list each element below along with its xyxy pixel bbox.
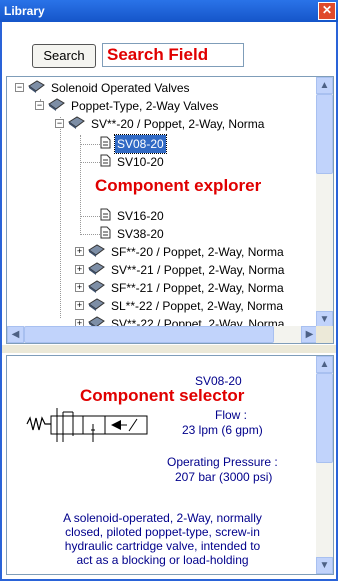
folder-icon (88, 280, 105, 298)
tree-node[interactable]: + SL**-22 / Poppet, 2-Way, Norma (75, 297, 285, 315)
collapse-icon[interactable]: − (15, 83, 24, 92)
tree-node-label: Poppet-Type, 2-Way Valves (71, 99, 219, 113)
tree-connector (80, 144, 100, 145)
tree-node[interactable]: − SV**-20 / Poppet, 2-Way, Norma (55, 115, 266, 133)
document-icon (100, 154, 111, 172)
valve-symbol-icon (25, 406, 160, 449)
folder-icon (68, 116, 85, 134)
tree-connector (80, 216, 100, 217)
tree-connector (60, 117, 61, 318)
pressure-label: Operating Pressure : (167, 455, 278, 469)
tree-leaf[interactable]: SV10-20 (100, 153, 166, 171)
search-button[interactable]: Search (32, 44, 96, 68)
tree-node-label: SF**-21 / Poppet, 2-Way, Norma (111, 281, 284, 295)
document-icon (100, 226, 111, 244)
search-input[interactable]: Search Field (102, 43, 244, 67)
scroll-up-icon[interactable]: ▲ (316, 356, 333, 373)
tree-leaf-label: SV10-20 (117, 155, 164, 169)
description-line: A solenoid-operated, 2-Way, normally (63, 511, 262, 525)
tree-connector (80, 135, 81, 235)
tree-node-label: Solenoid Operated Valves (51, 81, 190, 95)
title-bar: Library ✕ (0, 0, 338, 22)
tree-leaf[interactable]: SV38-20 (100, 225, 166, 243)
tree-content: − Solenoid Operated Valves − Poppet-Type… (7, 77, 318, 328)
folder-icon (48, 98, 65, 116)
collapse-icon[interactable]: − (55, 119, 64, 128)
flow-value: 23 lpm (6 gpm) (182, 423, 263, 437)
tree-connector (80, 234, 100, 235)
tree-node-label: SV**-20 / Poppet, 2-Way, Norma (91, 117, 265, 131)
tree-leaf[interactable]: SV08-20 (100, 134, 167, 154)
tree-horizontal-scrollbar[interactable]: ◀ ▶ (7, 326, 318, 343)
tree-node[interactable]: + SF**-20 / Poppet, 2-Way, Norma (75, 243, 286, 261)
folder-icon (28, 80, 45, 98)
scrollbar-corner (316, 326, 333, 343)
tree-node[interactable]: + SF**-21 / Poppet, 2-Way, Norma (75, 279, 286, 297)
tree-leaf-label: SV16-20 (117, 209, 164, 223)
tree-node[interactable]: − Poppet-Type, 2-Way Valves (35, 97, 220, 115)
tree-leaf[interactable]: SV16-20 (100, 207, 166, 225)
tree-node-label: SV**-21 / Poppet, 2-Way, Norma (111, 263, 285, 277)
folder-icon (88, 244, 105, 262)
description-line: hydraulic cartridge valve, intended to (64, 539, 261, 553)
pressure-value: 207 bar (3000 psi) (175, 470, 273, 484)
component-selector-annotation: Component selector (80, 386, 245, 405)
expand-icon[interactable]: + (75, 301, 84, 310)
tree-vscroll-thumb[interactable] (316, 94, 333, 174)
expand-icon[interactable]: + (75, 283, 84, 292)
component-details: SV08-20 Component selector Flow : 23 lpm… (6, 355, 334, 575)
tree-vertical-scrollbar[interactable]: ▲ ▼ (316, 77, 333, 328)
tree-node-label: SF**-20 / Poppet, 2-Way, Norma (111, 245, 284, 259)
tree-node[interactable]: − Solenoid Operated Valves (15, 79, 192, 97)
tree-leaf-label: SV38-20 (117, 227, 164, 241)
description-line: closed, piloted poppet-type, screw-in (65, 525, 260, 539)
collapse-icon[interactable]: − (35, 101, 44, 110)
scroll-up-icon[interactable]: ▲ (316, 77, 333, 94)
tree-node[interactable]: + SV**-21 / Poppet, 2-Way, Norma (75, 261, 286, 279)
tree-hscroll-thumb[interactable] (24, 326, 274, 343)
panel-splitter[interactable] (2, 345, 336, 353)
scroll-down-icon[interactable]: ▼ (316, 557, 333, 574)
tree-connector (80, 162, 100, 163)
folder-icon (88, 298, 105, 316)
details-vscroll-thumb[interactable] (316, 373, 333, 463)
window-title: Library (4, 4, 45, 18)
document-icon (100, 208, 111, 226)
expand-icon[interactable]: + (75, 247, 84, 256)
details-vertical-scrollbar[interactable]: ▲ ▼ (316, 356, 333, 574)
description-line: act as a blocking or load-holding (76, 553, 249, 567)
component-tree: − Solenoid Operated Valves − Poppet-Type… (6, 76, 334, 344)
close-icon: ✕ (321, 3, 333, 17)
flow-label: Flow : (215, 408, 248, 422)
scroll-left-icon[interactable]: ◀ (7, 326, 24, 343)
close-button[interactable]: ✕ (318, 2, 336, 20)
component-explorer-annotation: Component explorer (95, 176, 262, 195)
folder-icon (88, 262, 105, 280)
tree-node-label: SL**-22 / Poppet, 2-Way, Norma (111, 299, 284, 313)
expand-icon[interactable]: + (75, 265, 84, 274)
document-icon (100, 136, 111, 154)
tree-leaf-label: SV08-20 (114, 134, 167, 154)
